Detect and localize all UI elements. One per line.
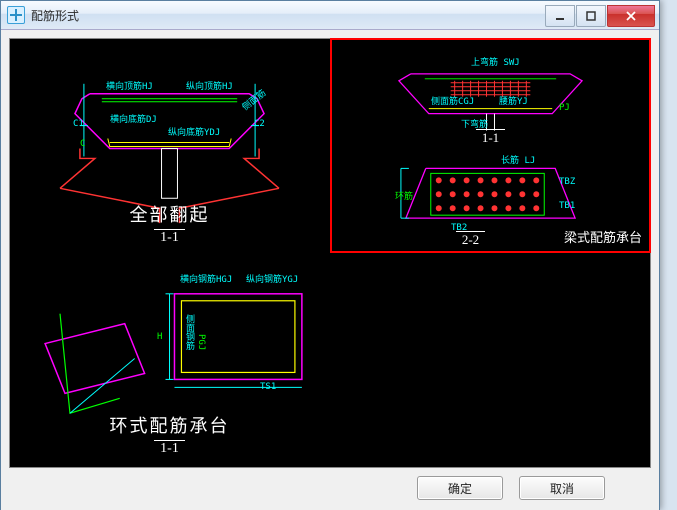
lbl-bot-h: 横向底筋DJ [110,112,157,125]
option-beam[interactable]: 上弯筋 SWJ 侧面筋CGJ 腰筋YJ 下弯筋 PJ 长筋 LJ 环筋 TBZ … [331,39,650,252]
cancel-button[interactable]: 取消 [519,476,605,500]
lbl-long: 长筋 LJ [501,153,535,166]
section-label: 1-1 [154,440,185,457]
lbl-pj: PJ [559,103,570,113]
lbl-c: C [80,139,85,149]
close-button[interactable] [607,5,655,27]
caption-full-flip: 全部翻起 1-1 [10,201,329,246]
lbl-vbar: 纵向钢筋YGJ [246,272,298,285]
option-ring[interactable]: 横向钢筋HGJ 纵向钢筋YGJ PGJ 侧面钢筋 TS1 H 环式配筋承台 1-… [10,254,329,467]
lbl-waist: 腰筋YJ [499,94,528,107]
lbl-c2: C2 [254,119,265,129]
caption-ring: 环式配筋承台 1-1 [10,412,329,457]
minimize-button[interactable] [545,5,575,27]
dialog-window: 配筋形式 [0,0,660,510]
option-empty [331,254,650,467]
section-label: 1-1 [154,229,185,246]
caption-text: 环式配筋承台 [10,412,329,438]
app-icon [7,6,25,24]
lbl-hbar: 横向钢筋HGJ [180,272,232,285]
lbl-stirrup: 环筋 [395,189,413,202]
ok-button[interactable]: 确定 [417,476,503,500]
close-icon [626,11,636,21]
maximize-button[interactable] [576,5,606,27]
lbl-c1: C1 [73,119,84,129]
dialog-buttons: 确定 取消 [9,468,651,500]
maximize-icon [586,11,596,21]
lbl-dim: H [157,332,162,342]
lbl-side-bar: 侧面筋CGJ [431,94,474,107]
lbl-tbz: TBZ [559,177,575,187]
lbl-bot-v: 纵向底筋YDJ [168,125,220,138]
lbl-ts1: TS1 [260,382,276,392]
lbl-top-h: 横向顶筋HJ [106,79,153,92]
window-controls [544,5,655,25]
lbl-ring: PGJ [196,334,206,350]
lbl-side: 侧面钢筋 [183,314,196,350]
section-2-2: 2-2 [331,229,650,248]
window-title: 配筋形式 [31,7,544,24]
option-grid: 横向顶筋HJ 纵向顶筋HJ 横向底筋DJ 纵向底筋YDJ 侧面筋 C1 C2 C… [9,38,651,468]
lbl-top-v: 纵向顶筋HJ [186,79,233,92]
lbl-top-bar: 上弯筋 SWJ [471,55,520,68]
client-area: 横向顶筋HJ 纵向顶筋HJ 横向底筋DJ 纵向底筋YDJ 侧面筋 C1 C2 C… [1,30,659,510]
titlebar[interactable]: 配筋形式 [1,1,659,30]
lbl-tb1: TB1 [559,201,575,211]
section-1-1: 1-1 [331,127,650,146]
option-full-flip[interactable]: 横向顶筋HJ 纵向顶筋HJ 横向底筋DJ 纵向底筋YDJ 侧面筋 C1 C2 C… [10,39,329,252]
background-window-sliver: 筋三 从其它 [660,0,677,510]
minimize-icon [555,11,565,21]
caption-text: 全部翻起 [10,201,329,227]
